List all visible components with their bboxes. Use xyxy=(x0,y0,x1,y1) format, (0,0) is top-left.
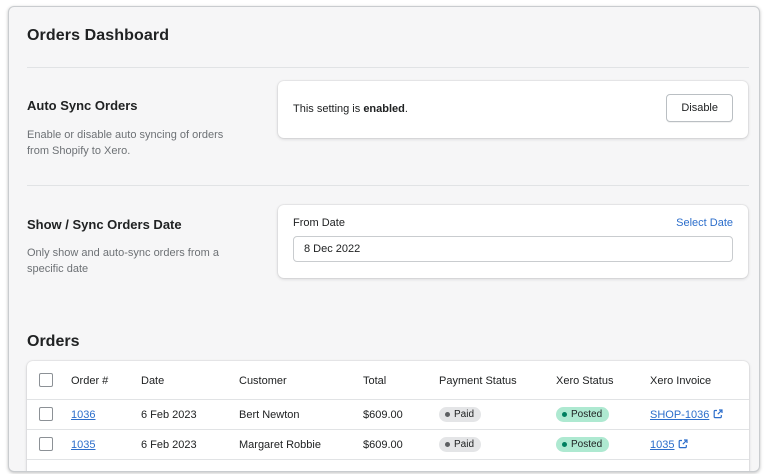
external-link-icon[interactable] xyxy=(678,439,689,449)
order-total: $609.00 xyxy=(363,439,403,451)
column-header-customer: Customer xyxy=(239,375,287,387)
page-title: Orders Dashboard xyxy=(27,27,170,44)
app-window: Orders Dashboard Auto Sync Orders Enable… xyxy=(8,6,760,472)
column-header-order: Order # xyxy=(71,375,109,387)
status-dot-icon xyxy=(445,412,450,417)
row-checkbox[interactable] xyxy=(39,407,53,421)
column-header-payment-status: Payment Status xyxy=(439,375,517,387)
order-customer: Bert Newton xyxy=(239,409,300,421)
column-header-xero-invoice: Xero Invoice xyxy=(650,375,712,387)
payment-status-badge: Paid xyxy=(439,437,482,452)
xero-invoice-link[interactable]: SHOP-1036 xyxy=(650,409,723,421)
column-header-total: Total xyxy=(363,375,387,387)
auto-sync-status-text: This setting is enabled. xyxy=(293,103,408,115)
order-total: $609.00 xyxy=(363,409,403,421)
from-date-input[interactable] xyxy=(293,236,733,262)
column-header-xero-status: Xero Status xyxy=(556,375,614,387)
table-header-row: Order # Date Customer Total Payment Stat… xyxy=(27,361,749,400)
order-customer: Margaret Robbie xyxy=(239,439,321,451)
order-date: 6 Feb 2023 xyxy=(141,409,197,421)
payment-status-badge: Paid xyxy=(439,407,482,422)
table-row[interactable]: 1035 6 Feb 2023 Margaret Robbie $609.00 … xyxy=(27,430,749,460)
sync-date-card: From Date Select Date xyxy=(278,205,748,278)
orders-heading: Orders xyxy=(27,333,80,350)
select-all-checkbox[interactable] xyxy=(39,373,53,387)
select-date-button[interactable]: Select Date xyxy=(676,217,733,229)
order-date: 6 Feb 2023 xyxy=(141,439,197,451)
order-number-link[interactable]: 1036 xyxy=(71,409,95,421)
status-dot-icon xyxy=(562,442,567,447)
orders-table: Order # Date Customer Total Payment Stat… xyxy=(27,361,749,471)
order-number-link[interactable]: 1035 xyxy=(71,439,95,451)
auto-sync-description: Enable or disable auto syncing of orders… xyxy=(27,129,224,157)
xero-invoice-link[interactable]: 1035 xyxy=(650,439,689,451)
disable-button[interactable]: Disable xyxy=(666,94,733,122)
external-link-icon[interactable] xyxy=(713,409,723,419)
row-checkbox[interactable] xyxy=(39,437,53,451)
auto-sync-title: Auto Sync Orders xyxy=(27,98,138,113)
column-header-date: Date xyxy=(141,375,165,387)
divider xyxy=(27,67,749,68)
table-row[interactable]: 1036 6 Feb 2023 Bert Newton $609.00 Paid… xyxy=(27,400,749,430)
divider xyxy=(27,185,749,186)
xero-status-badge: Posted xyxy=(556,407,610,422)
xero-status-badge: Posted xyxy=(556,437,610,452)
sync-date-description: Only show and auto-sync orders from a sp… xyxy=(27,247,219,275)
status-dot-icon xyxy=(445,442,450,447)
auto-sync-status-value: enabled xyxy=(363,103,405,115)
status-dot-icon xyxy=(562,412,567,417)
sync-date-title: Show / Sync Orders Date xyxy=(27,217,182,232)
auto-sync-card: This setting is enabled. Disable xyxy=(278,81,748,138)
from-date-label: From Date xyxy=(293,217,345,229)
